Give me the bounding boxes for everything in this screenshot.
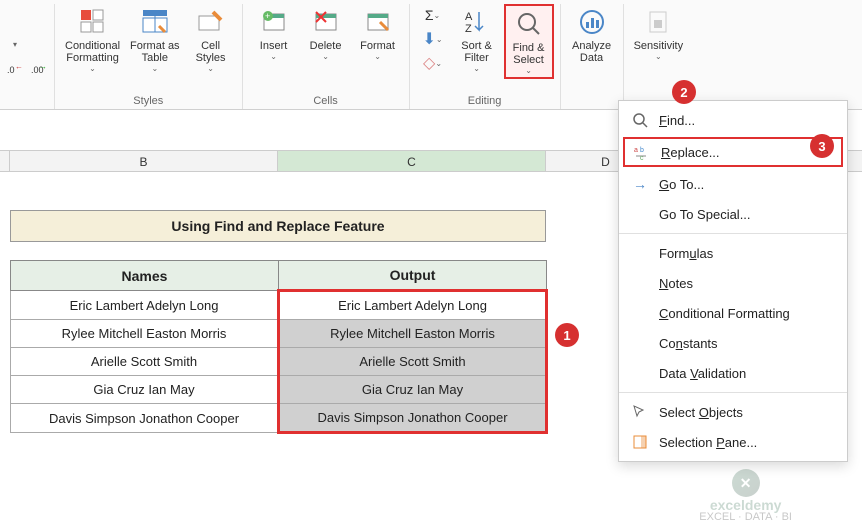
svg-text:a: a: [634, 147, 638, 154]
cell-styles-icon: [195, 6, 227, 38]
indent-group: ▾ .0← .00→: [0, 4, 55, 109]
editing-group: Σ ⌄ ⬇ ⌄ ◇ ⌄ AZ Sort & Filter ⌄ Find & Se…: [410, 4, 561, 109]
menu-conditional-formatting[interactable]: Conditional Formatting: [619, 298, 847, 328]
cell-styles-button[interactable]: Cell Styles ⌄: [186, 4, 236, 75]
pane-icon: [631, 433, 649, 451]
callout-badge-2: 2: [672, 80, 696, 104]
analyze-data-button[interactable]: Analyze Data: [567, 4, 617, 66]
col-header-c[interactable]: C: [278, 151, 546, 171]
svg-text:c: c: [640, 155, 644, 160]
cell-output[interactable]: Davis Simpson Jonathon Cooper: [279, 404, 547, 433]
cells-group: + Insert ⌄ Delete ⌄ Format ⌄ Cells: [243, 4, 410, 109]
svg-text:b: b: [640, 147, 644, 154]
cell-output[interactable]: Rylee Mitchell Easton Morris: [279, 320, 547, 348]
autosum-button[interactable]: Σ ⌄: [416, 4, 450, 26]
cell-names[interactable]: Eric Lambert Adelyn Long: [11, 291, 279, 320]
watermark-logo-icon: ✕: [732, 469, 760, 497]
delete-icon: [310, 6, 342, 38]
analysis-group: Analyze Data: [561, 4, 624, 109]
replace-icon: abc: [633, 143, 651, 161]
table-row: Davis Simpson Jonathon Cooper Davis Simp…: [11, 404, 547, 433]
sensitivity-button: Sensitivity ⌄: [630, 4, 688, 63]
styles-group: Conditional Formatting ⌄ Format as Table…: [55, 4, 243, 109]
worksheet-content: Using Find and Replace Feature Names Out…: [10, 210, 548, 434]
styles-group-label: Styles: [61, 93, 236, 109]
watermark: ✕ exceldemy EXCEL · DATA · BI: [699, 469, 792, 523]
increase-decimal-icon[interactable]: .00→: [28, 58, 50, 80]
insert-icon: +: [258, 6, 290, 38]
cell-names[interactable]: Davis Simpson Jonathon Cooper: [11, 404, 279, 433]
cell-names[interactable]: Gia Cruz Ian May: [11, 376, 279, 404]
sort-filter-icon: AZ: [461, 6, 493, 38]
cell-output[interactable]: Eric Lambert Adelyn Long: [279, 291, 547, 320]
fill-button[interactable]: ⬇ ⌄: [416, 28, 450, 50]
cells-group-label: Cells: [249, 93, 403, 109]
callout-badge-3: 3: [810, 134, 834, 158]
arrow-right-icon: →: [631, 175, 649, 193]
clear-button[interactable]: ◇ ⌄: [416, 52, 450, 74]
menu-constants[interactable]: Constants: [619, 328, 847, 358]
conditional-formatting-icon: [77, 6, 109, 38]
svg-text:Z: Z: [465, 23, 472, 35]
insert-button[interactable]: + Insert ⌄: [249, 4, 299, 63]
menu-separator: [619, 392, 847, 393]
decrease-decimal-icon[interactable]: .0←: [4, 58, 26, 80]
svg-text:A: A: [465, 11, 473, 23]
data-table: Names Output Eric Lambert Adelyn Long Er…: [10, 260, 548, 434]
menu-notes[interactable]: Notes: [619, 268, 847, 298]
menu-formulas[interactable]: Formulas: [619, 238, 847, 268]
menu-goto-special[interactable]: Go To Special...: [619, 199, 847, 229]
ribbon: ▾ .0← .00→ Conditional Formatting ⌄ Form…: [0, 0, 862, 110]
menu-goto[interactable]: → Go To...: [619, 169, 847, 199]
svg-text:+: +: [265, 11, 270, 21]
menu-data-validation[interactable]: Data Validation: [619, 358, 847, 388]
cell-names[interactable]: Arielle Scott Smith: [11, 348, 279, 376]
cursor-icon: [631, 403, 649, 421]
svg-text:→: →: [39, 62, 47, 71]
cell-output[interactable]: Arielle Scott Smith: [279, 348, 547, 376]
menu-selection-pane[interactable]: Selection Pane...: [619, 427, 847, 457]
format-button[interactable]: Format ⌄: [353, 4, 403, 63]
conditional-formatting-button[interactable]: Conditional Formatting ⌄: [61, 4, 124, 75]
table-row: Gia Cruz Ian May Gia Cruz Ian May: [11, 376, 547, 404]
search-icon: [631, 111, 649, 129]
menu-select-objects[interactable]: Select Objects: [619, 397, 847, 427]
cell-names[interactable]: Rylee Mitchell Easton Morris: [11, 320, 279, 348]
dropdown-tiny[interactable]: ▾: [4, 34, 26, 56]
col-header-b[interactable]: B: [10, 151, 278, 171]
find-select-button[interactable]: Find & Select ⌄: [504, 4, 554, 79]
menu-separator: [619, 233, 847, 234]
delete-button[interactable]: Delete ⌄: [301, 4, 351, 63]
table-row: Rylee Mitchell Easton Morris Rylee Mitch…: [11, 320, 547, 348]
format-icon: [362, 6, 394, 38]
header-output[interactable]: Output: [279, 261, 547, 291]
callout-badge-1: 1: [555, 323, 579, 347]
format-as-table-icon: [139, 6, 171, 38]
editing-group-label: Editing: [416, 93, 554, 109]
svg-text:←: ←: [15, 62, 23, 71]
svg-text:.0: .0: [7, 65, 15, 75]
format-as-table-button[interactable]: Format as Table ⌄: [126, 4, 184, 75]
cell-output[interactable]: Gia Cruz Ian May: [279, 376, 547, 404]
find-select-icon: [513, 8, 545, 40]
analyze-data-icon: [576, 6, 608, 38]
table-row: Arielle Scott Smith Arielle Scott Smith: [11, 348, 547, 376]
sheet-title: Using Find and Replace Feature: [10, 210, 546, 242]
sensitivity-icon: [642, 6, 674, 38]
table-header-row: Names Output: [11, 261, 547, 291]
sort-filter-button[interactable]: AZ Sort & Filter ⌄: [452, 4, 502, 75]
menu-find[interactable]: Find...: [619, 105, 847, 135]
header-names[interactable]: Names: [11, 261, 279, 291]
table-row: Eric Lambert Adelyn Long Eric Lambert Ad…: [11, 291, 547, 320]
